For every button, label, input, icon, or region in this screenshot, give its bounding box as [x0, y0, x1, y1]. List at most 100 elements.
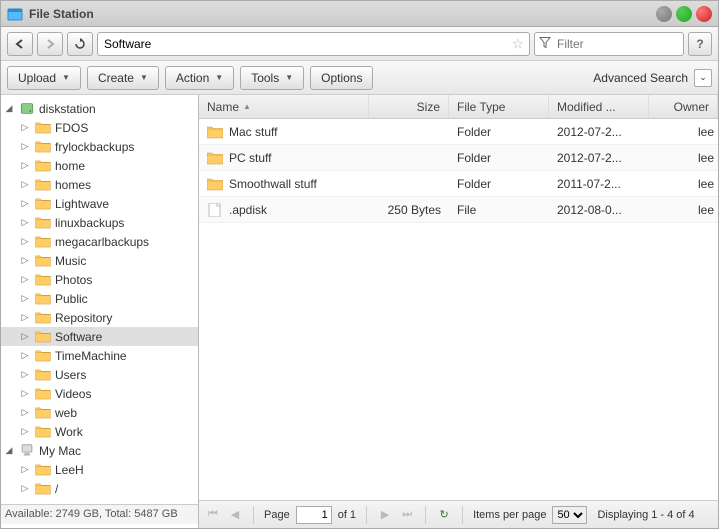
column-filetype[interactable]: File Type: [449, 95, 549, 118]
cell-type: Folder: [449, 151, 549, 165]
page-last-button[interactable]: ⏭: [399, 507, 415, 523]
tree-toggle-icon[interactable]: ▷: [19, 426, 31, 437]
tree-toggle-icon[interactable]: ▷: [19, 293, 31, 304]
tree-node-label: Repository: [55, 311, 112, 325]
tree-toggle-icon[interactable]: ▷: [19, 483, 31, 494]
maximize-button[interactable]: [676, 6, 692, 22]
close-button[interactable]: [696, 6, 712, 22]
tree-node[interactable]: ▷ linuxbackups: [1, 213, 198, 232]
page-refresh-button[interactable]: ↻: [436, 507, 452, 523]
tree-toggle-icon[interactable]: ▷: [19, 236, 31, 247]
column-name[interactable]: Name▲: [199, 95, 369, 118]
forward-button[interactable]: [37, 32, 63, 56]
page-input[interactable]: [296, 506, 332, 524]
tree-toggle-icon[interactable]: ▷: [19, 312, 31, 323]
advanced-search-toggle[interactable]: Advanced Search ⌄: [593, 69, 712, 87]
page-next-button[interactable]: ▶: [377, 507, 393, 523]
tree-node[interactable]: ▷ megacarlbackups: [1, 232, 198, 251]
options-button[interactable]: Options: [310, 66, 373, 90]
cell-type: Folder: [449, 125, 549, 139]
tree-toggle-icon[interactable]: ◢: [3, 103, 15, 114]
tree-toggle-icon[interactable]: ▷: [19, 160, 31, 171]
refresh-button[interactable]: [67, 32, 93, 56]
tree-toggle-icon[interactable]: ▷: [19, 217, 31, 228]
create-button[interactable]: Create▼: [87, 66, 159, 90]
tree-node-label: Software: [55, 330, 102, 344]
folder-icon: [207, 177, 223, 191]
tree-node[interactable]: ▷ homes: [1, 175, 198, 194]
tree-node[interactable]: ▷ home: [1, 156, 198, 175]
tree-toggle-icon[interactable]: ▷: [19, 350, 31, 361]
tree-node-label: megacarlbackups: [55, 235, 149, 249]
back-button[interactable]: [7, 32, 33, 56]
column-size[interactable]: Size: [369, 95, 449, 118]
page-of-label: of 1: [338, 509, 356, 521]
tree-node[interactable]: ▷ Music: [1, 251, 198, 270]
column-modified[interactable]: Modified ...: [549, 95, 649, 118]
tree-node[interactable]: ▷ Software: [1, 327, 198, 346]
tree-toggle-icon[interactable]: ◢: [3, 445, 15, 456]
tree-root[interactable]: ◢ diskstation: [1, 99, 198, 118]
tree-node[interactable]: ▷ FDOS: [1, 118, 198, 137]
folder-icon: [35, 178, 51, 191]
folder-icon: [35, 159, 51, 172]
tree-node[interactable]: ▷ /: [1, 479, 198, 498]
tree-node-label: homes: [55, 178, 91, 192]
table-row[interactable]: Mac stuff Folder 2012-07-2... lee: [199, 119, 718, 145]
tree-toggle-icon[interactable]: ▷: [19, 198, 31, 209]
tree-node[interactable]: ▷ Public: [1, 289, 198, 308]
tools-button[interactable]: Tools▼: [240, 66, 304, 90]
tree-node[interactable]: ▷ Lightwave: [1, 194, 198, 213]
tree-node[interactable]: ▷ Work: [1, 422, 198, 441]
tree-node[interactable]: ▷ frylockbackups: [1, 137, 198, 156]
filter-input[interactable]: [534, 32, 684, 56]
tree-node[interactable]: ▷ TimeMachine: [1, 346, 198, 365]
folder-icon: [35, 463, 51, 476]
tree-node-label: TimeMachine: [55, 349, 127, 363]
tree-node-label: Public: [55, 292, 88, 306]
minimize-button[interactable]: [656, 6, 672, 22]
column-owner[interactable]: Owner: [649, 95, 718, 118]
folder-icon: [35, 406, 51, 419]
tree-toggle-icon[interactable]: ▷: [19, 122, 31, 133]
page-first-button[interactable]: ⏮: [205, 507, 221, 523]
action-button[interactable]: Action▼: [165, 66, 234, 90]
table-row[interactable]: .apdisk 250 Bytes File 2012-08-0... lee: [199, 197, 718, 223]
table-row[interactable]: Smoothwall stuff Folder 2011-07-2... lee: [199, 171, 718, 197]
tree-toggle-icon[interactable]: ▷: [19, 331, 31, 342]
tree-node[interactable]: ▷ Repository: [1, 308, 198, 327]
help-button[interactable]: ?: [688, 32, 712, 56]
cell-name: Mac stuff: [229, 125, 277, 139]
tree-node[interactable]: ▷ web: [1, 403, 198, 422]
favorite-icon[interactable]: ☆: [511, 35, 524, 52]
page-prev-button[interactable]: ◀: [227, 507, 243, 523]
disk-icon: [19, 102, 35, 115]
path-input[interactable]: [97, 32, 530, 56]
tree-toggle-icon[interactable]: ▷: [19, 464, 31, 475]
folder-icon: [35, 387, 51, 400]
cell-owner: lee: [649, 151, 718, 165]
pager-toolbar: ⏮ ◀ Page of 1 ▶ ⏭ ↻ Items per page 50 Di…: [199, 500, 718, 528]
tree-toggle-icon[interactable]: ▷: [19, 407, 31, 418]
tree-node[interactable]: ▷ Users: [1, 365, 198, 384]
tree-node-label: frylockbackups: [55, 140, 134, 154]
folder-icon: [35, 254, 51, 267]
tree-toggle-icon[interactable]: ▷: [19, 179, 31, 190]
tree-node[interactable]: ▷ Photos: [1, 270, 198, 289]
window-titlebar: File Station: [1, 1, 718, 27]
tree-toggle-icon[interactable]: ▷: [19, 255, 31, 266]
tree-toggle-icon[interactable]: ▷: [19, 141, 31, 152]
tree-toggle-icon[interactable]: ▷: [19, 388, 31, 399]
tree-root[interactable]: ◢ My Mac: [1, 441, 198, 460]
folder-icon: [207, 151, 223, 165]
table-row[interactable]: PC stuff Folder 2012-07-2... lee: [199, 145, 718, 171]
folder-icon: [35, 273, 51, 286]
upload-button[interactable]: Upload▼: [7, 66, 81, 90]
tree-node[interactable]: ▷ Videos: [1, 384, 198, 403]
tree-node[interactable]: ▷ LeeH: [1, 460, 198, 479]
sort-asc-icon: ▲: [243, 102, 251, 111]
tree-toggle-icon[interactable]: ▷: [19, 369, 31, 380]
items-per-page-select[interactable]: 50: [552, 506, 587, 524]
tree-node-label: My Mac: [39, 444, 81, 458]
tree-toggle-icon[interactable]: ▷: [19, 274, 31, 285]
